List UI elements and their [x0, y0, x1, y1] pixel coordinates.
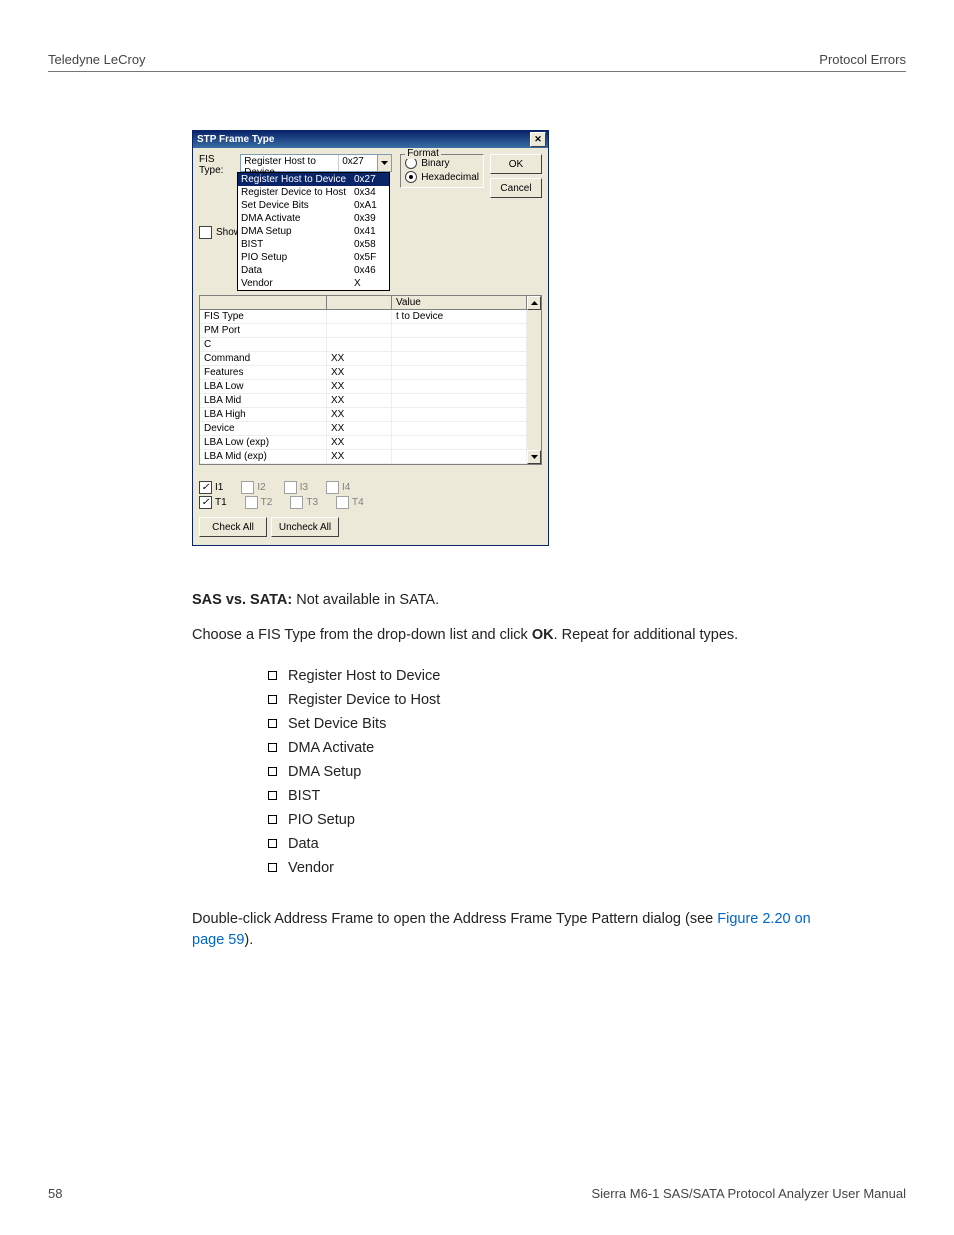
grid-header-name: [200, 296, 327, 309]
list-item: Register Device to Host: [268, 690, 812, 711]
fis-type-list: Register Host to Device Register Device t…: [268, 666, 812, 879]
dropdown-option[interactable]: VendorX: [238, 277, 389, 290]
page-number: 58: [48, 1186, 62, 1201]
fis-type-combo[interactable]: Register Host to Device 0x27: [240, 154, 392, 172]
dropdown-option[interactable]: PIO Setup0x5F: [238, 251, 389, 264]
table-row[interactable]: LBA HighXX: [200, 408, 527, 422]
port-check-i2[interactable]: I2: [241, 481, 265, 494]
hex-radio[interactable]: Hexadecimal: [405, 171, 479, 183]
list-item: Vendor: [268, 858, 812, 879]
dialog-title: STP Frame Type: [197, 134, 530, 145]
dropdown-option[interactable]: Register Host to Device0x27: [238, 173, 389, 186]
port-check-i1[interactable]: ✓I1: [199, 481, 223, 494]
format-group: Format Binary Hexadecimal: [400, 154, 484, 188]
port-check-t4[interactable]: T4: [336, 496, 364, 509]
dropdown-option[interactable]: BIST0x58: [238, 238, 389, 251]
sas-vs-sata: SAS vs. SATA: Not available in SATA.: [192, 590, 812, 611]
check-all-button[interactable]: Check All: [199, 517, 267, 537]
table-row[interactable]: C: [200, 338, 527, 352]
table-row[interactable]: FIS Typet to Device: [200, 310, 527, 324]
list-item: Register Host to Device: [268, 666, 812, 687]
cancel-button[interactable]: Cancel: [490, 178, 542, 198]
chevron-down-icon[interactable]: [377, 155, 391, 171]
table-row[interactable]: LBA Low (exp)XX: [200, 436, 527, 450]
fis-type-label: FIS Type:: [199, 154, 234, 176]
table-row[interactable]: LBA LowXX: [200, 380, 527, 394]
scrollbar[interactable]: [527, 296, 541, 464]
header-left: Teledyne LeCroy: [48, 52, 146, 67]
scroll-down-icon[interactable]: [527, 450, 541, 464]
list-item: DMA Activate: [268, 738, 812, 759]
table-row[interactable]: PM Port: [200, 324, 527, 338]
table-row[interactable]: LBA MidXX: [200, 394, 527, 408]
list-item: PIO Setup: [268, 810, 812, 831]
port-checks: ✓I1 I2 I3 I4 ✓T1 T2 T3 T4: [199, 481, 542, 509]
manual-title: Sierra M6-1 SAS/SATA Protocol Analyzer U…: [591, 1186, 906, 1201]
port-check-t1[interactable]: ✓T1: [199, 496, 227, 509]
port-check-t3[interactable]: T3: [290, 496, 318, 509]
table-row[interactable]: DeviceXX: [200, 422, 527, 436]
dropdown-option[interactable]: Set Device Bits0xA1: [238, 199, 389, 212]
dropdown-option[interactable]: DMA Setup0x41: [238, 225, 389, 238]
fis-type-dropdown[interactable]: Register Host to Device0x27Register Devi…: [237, 172, 390, 291]
dropdown-option[interactable]: DMA Activate0x39: [238, 212, 389, 225]
port-check-i4[interactable]: I4: [326, 481, 350, 494]
table-row[interactable]: FeaturesXX: [200, 366, 527, 380]
header-right: Protocol Errors: [819, 52, 906, 67]
dropdown-option[interactable]: Register Device to Host0x34: [238, 186, 389, 199]
list-item: DMA Setup: [268, 762, 812, 783]
choose-instruction: Choose a FIS Type from the drop-down lis…: [192, 625, 812, 646]
address-frame-instruction: Double-click Address Frame to open the A…: [192, 909, 812, 951]
grid-header-value: Value: [392, 296, 527, 309]
scroll-up-icon[interactable]: [527, 296, 541, 310]
list-item: Set Device Bits: [268, 714, 812, 735]
grid-header-mask: [327, 296, 392, 309]
header-rule: [48, 71, 906, 72]
fields-grid[interactable]: Value FIS Typet to DevicePM PortCCommand…: [199, 295, 542, 465]
title-bar[interactable]: STP Frame Type ✕: [193, 131, 548, 148]
list-item: BIST: [268, 786, 812, 807]
close-icon[interactable]: ✕: [530, 132, 546, 147]
table-row[interactable]: LBA Mid (exp)XX: [200, 450, 527, 464]
uncheck-all-button[interactable]: Uncheck All: [271, 517, 339, 537]
stp-frame-type-dialog: STP Frame Type ✕ FIS Type: Register Host…: [192, 130, 549, 546]
table-row[interactable]: CommandXX: [200, 352, 527, 366]
port-check-t2[interactable]: T2: [245, 496, 273, 509]
format-legend: Format: [405, 148, 441, 159]
port-check-i3[interactable]: I3: [284, 481, 308, 494]
list-item: Data: [268, 834, 812, 855]
dropdown-option[interactable]: Data0x46: [238, 264, 389, 277]
combo-code: 0x27: [338, 155, 377, 171]
ok-button[interactable]: OK: [490, 154, 542, 174]
combo-text: Register Host to Device: [241, 155, 338, 171]
